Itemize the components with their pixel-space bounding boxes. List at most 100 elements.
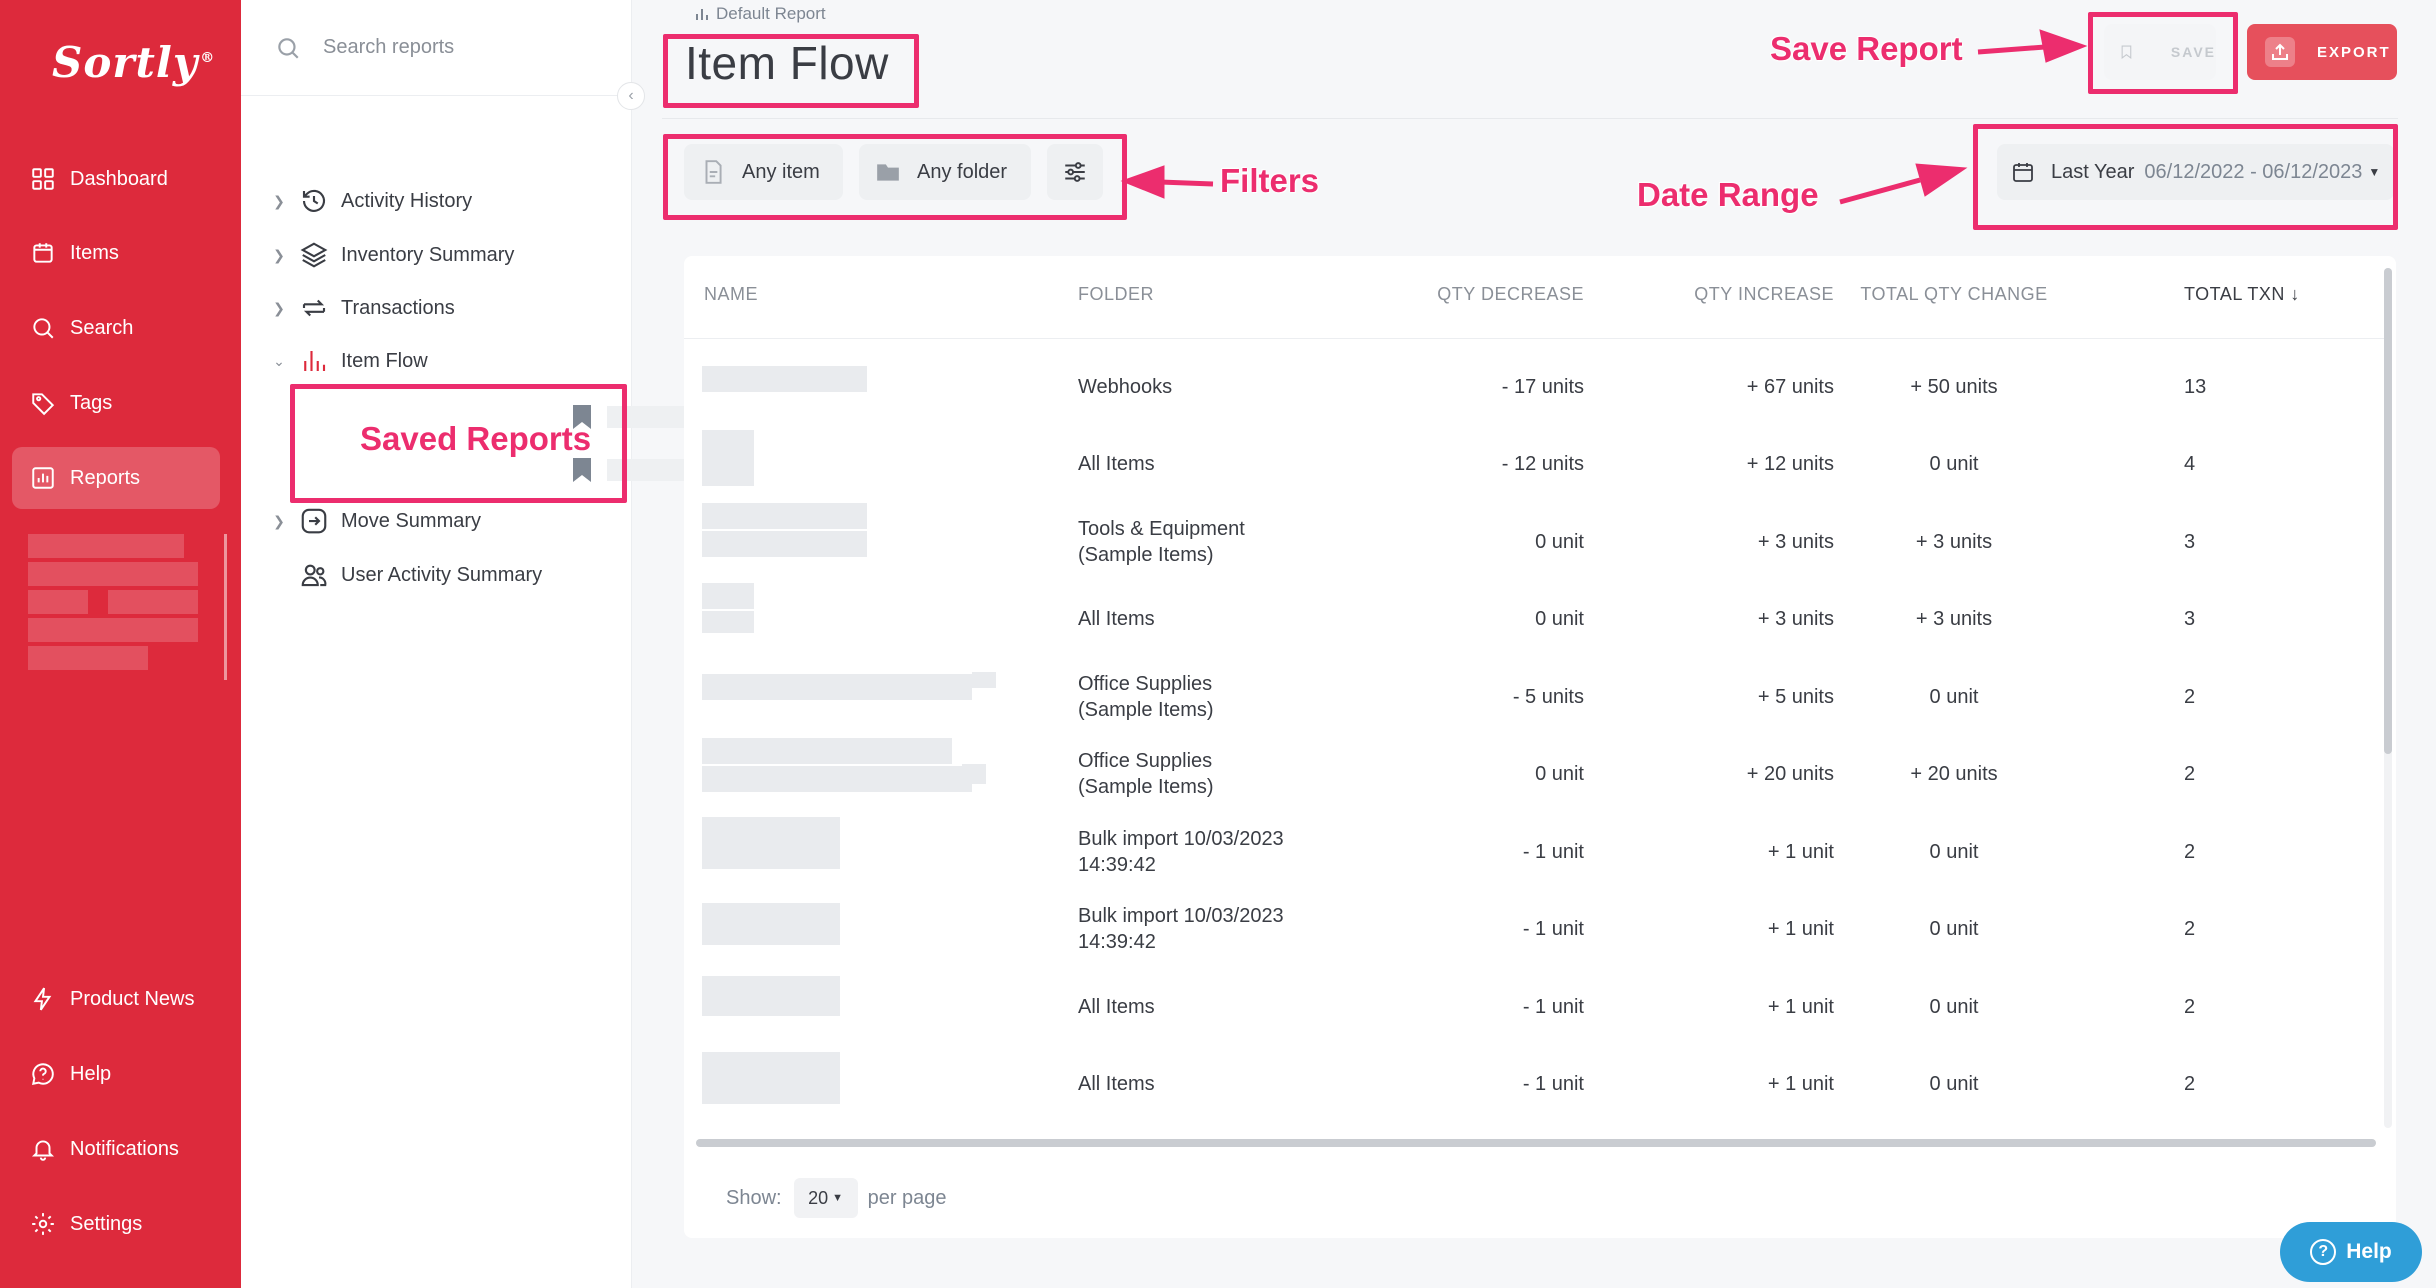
item-name-redacted — [702, 902, 840, 929]
per-page-select[interactable]: 20 ▼ — [793, 1178, 858, 1218]
redacted-account-block — [28, 534, 228, 680]
folder-cell: Webhooks — [1078, 375, 1173, 398]
item-name-redacted — [702, 674, 972, 700]
total-txn-cell: 2 — [2184, 995, 2196, 1018]
bar-chart-icon — [696, 9, 708, 20]
nav-tags[interactable]: Tags — [12, 372, 220, 434]
item-name-redacted — [702, 843, 840, 869]
nav-search[interactable]: Search — [12, 297, 220, 359]
total-qty-change-cell: + 3 units — [1915, 530, 1993, 553]
total-txn-cell: 4 — [2184, 453, 2196, 476]
column-header-name[interactable]: NAME — [704, 284, 758, 308]
total-txn-cell: 3 — [2184, 608, 2196, 631]
breadcrumb: Default Report — [694, 4, 826, 24]
qty-increase-cell: + 5 units — [1757, 685, 1834, 708]
collapse-panel-button[interactable]: ‹ — [617, 82, 645, 110]
qty-decrease-cell: 0 unit — [1535, 530, 1584, 553]
qty-increase-cell: + 1 unit — [1767, 995, 1834, 1018]
item-name-redacted — [702, 582, 754, 609]
total-qty-change-cell: 0 unit — [1929, 1073, 1979, 1096]
chevron-right-icon[interactable]: ❯ — [269, 247, 289, 264]
annotation-filters: Filters — [1220, 162, 1320, 199]
transactions-icon — [299, 293, 329, 323]
pagination: Show: 20 ▼ per page — [726, 1178, 947, 1218]
nav-reports[interactable]: Reports — [12, 447, 220, 509]
qty-increase-cell: + 1 unit — [1767, 840, 1834, 863]
total-qty-change-cell: 0 unit — [1929, 840, 1979, 863]
column-header-total-qty-change[interactable]: TOTAL QTY CHANGE — [1804, 284, 2104, 308]
column-header-qty-decrease[interactable]: QTY DECREASE — [1384, 284, 1584, 308]
lightning-icon — [30, 986, 56, 1012]
history-icon — [299, 186, 329, 216]
bar-chart-icon — [299, 346, 329, 376]
nav-notifications[interactable]: Notifications — [12, 1118, 220, 1180]
vertical-scrollbar[interactable] — [2384, 268, 2392, 1128]
horizontal-scrollbar[interactable] — [696, 1139, 2376, 1147]
chevron-down-icon[interactable]: ⌄ — [269, 353, 289, 370]
caret-down-icon: ▼ — [832, 1192, 844, 1204]
export-icon — [2265, 37, 2295, 67]
sortly-logo[interactable]: Sortly ® — [52, 38, 215, 87]
highlight-date-range — [1973, 124, 2398, 230]
export-button[interactable]: EXPORT — [2247, 24, 2397, 80]
vertical-scroll-thumb[interactable] — [2384, 268, 2392, 754]
item-name-redacted — [702, 1077, 840, 1104]
qty-decrease-cell: - 1 unit — [1522, 840, 1584, 863]
qty-decrease-cell: - 1 unit — [1522, 1073, 1584, 1096]
breadcrumb-label[interactable]: Default Report — [716, 4, 826, 24]
item-name-redacted — [972, 672, 996, 688]
column-header-folder[interactable]: FOLDER — [1078, 284, 1154, 308]
total-qty-change-cell: 0 unit — [1929, 453, 1979, 476]
per-page-value: 20 — [808, 1187, 829, 1208]
folder-cell: All Items — [1078, 1073, 1155, 1096]
qty-increase-cell: + 1 unit — [1767, 918, 1834, 941]
item-name-redacted — [702, 503, 867, 529]
nav-search-label: Search — [70, 316, 134, 339]
total-txn-cell: 2 — [2184, 685, 2196, 708]
column-header-total-txn[interactable]: TOTAL TXN ↓ — [2184, 284, 2300, 308]
qty-decrease-cell: - 1 unit — [1522, 918, 1584, 941]
item-name-redacted — [962, 763, 986, 784]
total-txn-cell: 2 — [2184, 1073, 2196, 1096]
gear-icon — [30, 1211, 56, 1237]
help-widget-button[interactable]: ? Help — [2280, 1222, 2422, 1282]
report-user-activity-summary[interactable]: User Activity Summary — [269, 555, 542, 595]
chevron-right-icon[interactable]: ❯ — [269, 193, 289, 210]
report-transactions[interactable]: ❯ Transactions — [269, 288, 455, 328]
qty-decrease-cell: - 1 unit — [1522, 995, 1584, 1018]
total-qty-change-cell: + 50 units — [1910, 375, 1998, 398]
chevron-right-icon[interactable]: ❯ — [269, 513, 289, 530]
total-qty-change-cell: + 20 units — [1910, 763, 1998, 786]
nav-product-news[interactable]: Product News — [12, 968, 220, 1030]
highlight-filters — [663, 134, 1127, 220]
qty-increase-cell: + 12 units — [1746, 453, 1834, 476]
tag-icon — [30, 390, 56, 416]
total-qty-change-cell: 0 unit — [1929, 918, 1979, 941]
table-header-divider — [684, 338, 2384, 339]
header-divider — [662, 118, 2398, 119]
search-icon — [278, 37, 299, 59]
report-activity-history[interactable]: ❯ Activity History — [269, 181, 472, 221]
annotation-date-range: Date Range — [1637, 176, 1819, 213]
nav-settings[interactable]: Settings — [12, 1193, 220, 1255]
report-item-flow[interactable]: ⌄ Item Flow — [269, 341, 428, 381]
nav-dashboard[interactable]: Dashboard — [12, 148, 220, 210]
move-icon — [299, 506, 329, 536]
report-inventory-summary[interactable]: ❯ Inventory Summary — [269, 235, 514, 275]
item-name-redacted — [702, 817, 840, 843]
chevron-right-icon[interactable]: ❯ — [269, 300, 289, 317]
report-move-summary[interactable]: ❯ Move Summary — [269, 501, 481, 541]
item-name-redacted — [702, 1051, 840, 1078]
total-qty-change-cell: 0 unit — [1929, 995, 1979, 1018]
report-search — [241, 0, 632, 96]
nav-help[interactable]: Help — [12, 1043, 220, 1105]
item-name-redacted — [702, 531, 867, 557]
item-name-redacted — [702, 1000, 840, 1016]
item-name-redacted — [702, 455, 754, 486]
nav-items[interactable]: Items — [12, 222, 220, 284]
report-label: Transactions — [341, 296, 455, 319]
qty-increase-cell: + 20 units — [1746, 763, 1834, 786]
report-search-input[interactable] — [323, 36, 583, 59]
help-widget-label: Help — [2346, 1240, 2392, 1263]
highlight-title — [663, 34, 919, 108]
